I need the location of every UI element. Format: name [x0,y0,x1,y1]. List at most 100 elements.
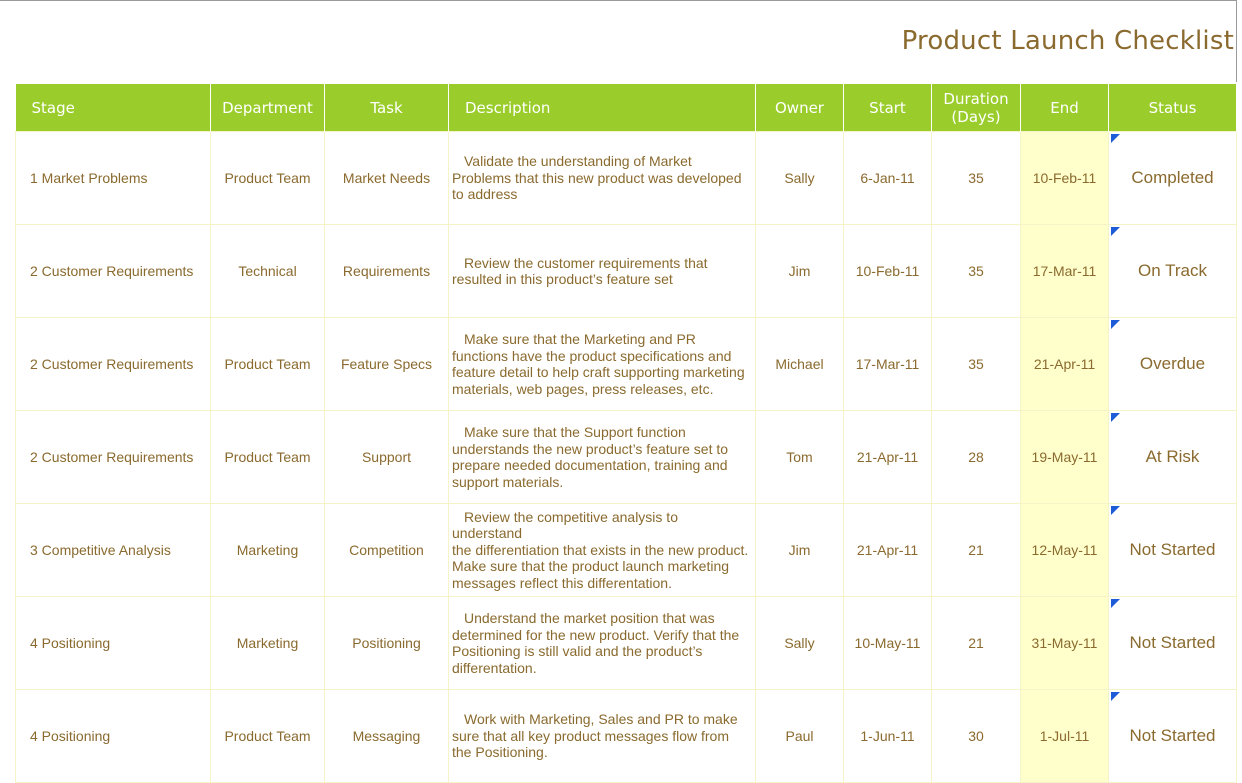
cell-owner[interactable]: Jim [755,224,844,318]
header-description[interactable]: Description [448,84,756,132]
cell-owner[interactable]: Sally [755,131,844,225]
cell-end[interactable]: 21-Apr-11 [1020,317,1109,411]
cell-status[interactable]: Completed [1108,131,1237,225]
cell-start[interactable]: 21-Apr-11 [843,503,932,597]
cell-task[interactable]: Feature Specs [324,317,449,411]
cell-task[interactable]: Messaging [324,689,449,783]
cell-department[interactable]: Product Team [210,317,325,411]
description-line: determined for the new product. Verify t… [452,626,740,643]
cell-description[interactable]: Review the competitive analysis to under… [448,503,756,597]
header-duration[interactable]: Duration (Days) [931,84,1021,132]
header-stage[interactable]: Stage [15,84,211,132]
cell-duration[interactable]: 35 [931,317,1021,411]
comment-flag-icon[interactable] [1111,134,1120,143]
sheet-border-right [1236,0,1237,82]
cell-duration[interactable]: 35 [931,224,1021,318]
comment-flag-icon[interactable] [1111,320,1120,329]
cell-duration[interactable]: 35 [931,131,1021,225]
cell-status[interactable]: Not Started [1108,689,1237,783]
comment-flag-icon[interactable] [1111,599,1120,608]
description-line: Work with Marketing, Sales and PR to mak… [464,711,738,728]
cell-end[interactable]: 12-May-11 [1020,503,1109,597]
cell-end[interactable]: 19-May-11 [1020,410,1109,504]
table-row: 2 Customer Requirements Product Team Suppo… [15,410,1237,504]
header-task[interactable]: Task [324,84,449,132]
cell-duration[interactable]: 30 [931,689,1021,783]
comment-flag-icon[interactable] [1111,227,1120,236]
description-line: Understand the market position that was [464,610,715,626]
description-line: Make sure that the product launch market… [452,558,730,575]
cell-description[interactable]: Review the customer requirements that res… [448,224,756,318]
sheet-border-top [0,0,1237,1]
cell-department[interactable]: Marketing [210,596,325,690]
cell-duration[interactable]: 28 [931,410,1021,504]
cell-owner[interactable]: Jim [755,503,844,597]
cell-start[interactable]: 1-Jun-11 [843,689,932,783]
cell-department[interactable]: Product Team [210,410,325,504]
cell-end[interactable]: 1-Jul-11 [1020,689,1109,783]
cell-stage[interactable]: 4 Positioning [15,596,211,690]
cell-department[interactable]: Product Team [210,689,325,783]
cell-stage[interactable]: 1 Market Problems [15,131,211,225]
cell-task[interactable]: Positioning [324,596,449,690]
checklist-table: Stage Department Task Description Owner … [15,84,1237,783]
header-owner[interactable]: Owner [755,84,844,132]
cell-status[interactable]: Not Started [1108,596,1237,690]
cell-task[interactable]: Requirements [324,224,449,318]
status-value: Completed [1131,168,1214,187]
cell-description[interactable]: Make sure that the Support function under… [448,410,756,504]
cell-status[interactable]: Not Started [1108,503,1237,597]
cell-end[interactable]: 31-May-11 [1020,596,1109,690]
cell-stage[interactable]: 3 Competitive Analysis [15,503,211,597]
header-end[interactable]: End [1020,84,1109,132]
cell-start[interactable]: 10-Feb-11 [843,224,932,318]
cell-start[interactable]: 17-Mar-11 [843,317,932,411]
cell-stage[interactable]: 2 Customer Requirements [15,410,211,504]
comment-flag-icon[interactable] [1111,506,1120,515]
cell-stage[interactable]: 2 Customer Requirements [15,317,211,411]
description-line: differentation. [452,659,537,676]
header-department[interactable]: Department [210,84,325,132]
cell-stage[interactable]: 4 Positioning [15,689,211,783]
cell-description[interactable]: Work with Marketing, Sales and PR to mak… [448,689,756,783]
cell-owner[interactable]: Paul [755,689,844,783]
description-line: support materials. [452,473,564,490]
cell-start[interactable]: 21-Apr-11 [843,410,932,504]
cell-description[interactable]: Validate the understanding of Market Prob… [448,131,756,225]
cell-duration[interactable]: 21 [931,596,1021,690]
cell-owner[interactable]: Tom [755,410,844,504]
comment-flag-icon[interactable] [1111,692,1120,701]
page-title: Product Launch Checklist [901,26,1234,56]
header-start[interactable]: Start [843,84,932,132]
cell-start[interactable]: 10-May-11 [843,596,932,690]
header-status[interactable]: Status [1108,84,1237,132]
cell-department[interactable]: Technical [210,224,325,318]
description-line: messages reflect this differentation. [452,574,672,591]
cell-department[interactable]: Product Team [210,131,325,225]
cell-description[interactable]: Make sure that the Marketing and PR funct… [448,317,756,411]
description-line: the Positioning. [452,744,548,761]
cell-status[interactable]: On Track [1108,224,1237,318]
description-line: to address [452,186,518,203]
cell-owner[interactable]: Michael [755,317,844,411]
status-value: On Track [1138,261,1207,280]
cell-status[interactable]: Overdue [1108,317,1237,411]
cell-start[interactable]: 6-Jan-11 [843,131,932,225]
description-line: understands the new product’s feature se… [452,440,729,457]
cell-owner[interactable]: Sally [755,596,844,690]
cell-end[interactable]: 10-Feb-11 [1020,131,1109,225]
cell-task[interactable]: Competition [324,503,449,597]
cell-stage[interactable]: 2 Customer Requirements [15,224,211,318]
cell-task[interactable]: Market Needs [324,131,449,225]
cell-status[interactable]: At Risk [1108,410,1237,504]
cell-description[interactable]: Understand the market position that was d… [448,596,756,690]
description-line: Positioning is still valid and the produ… [452,643,703,659]
description-line: functions have the product specification… [452,347,732,364]
cell-end[interactable]: 17-Mar-11 [1020,224,1109,318]
description-line: prepare needed documentation, training a… [452,457,728,473]
comment-flag-icon[interactable] [1111,413,1120,422]
table-row: 1 Market Problems Product Team Market Need… [15,131,1237,225]
cell-duration[interactable]: 21 [931,503,1021,597]
cell-department[interactable]: Marketing [210,503,325,597]
cell-task[interactable]: Support [324,410,449,504]
